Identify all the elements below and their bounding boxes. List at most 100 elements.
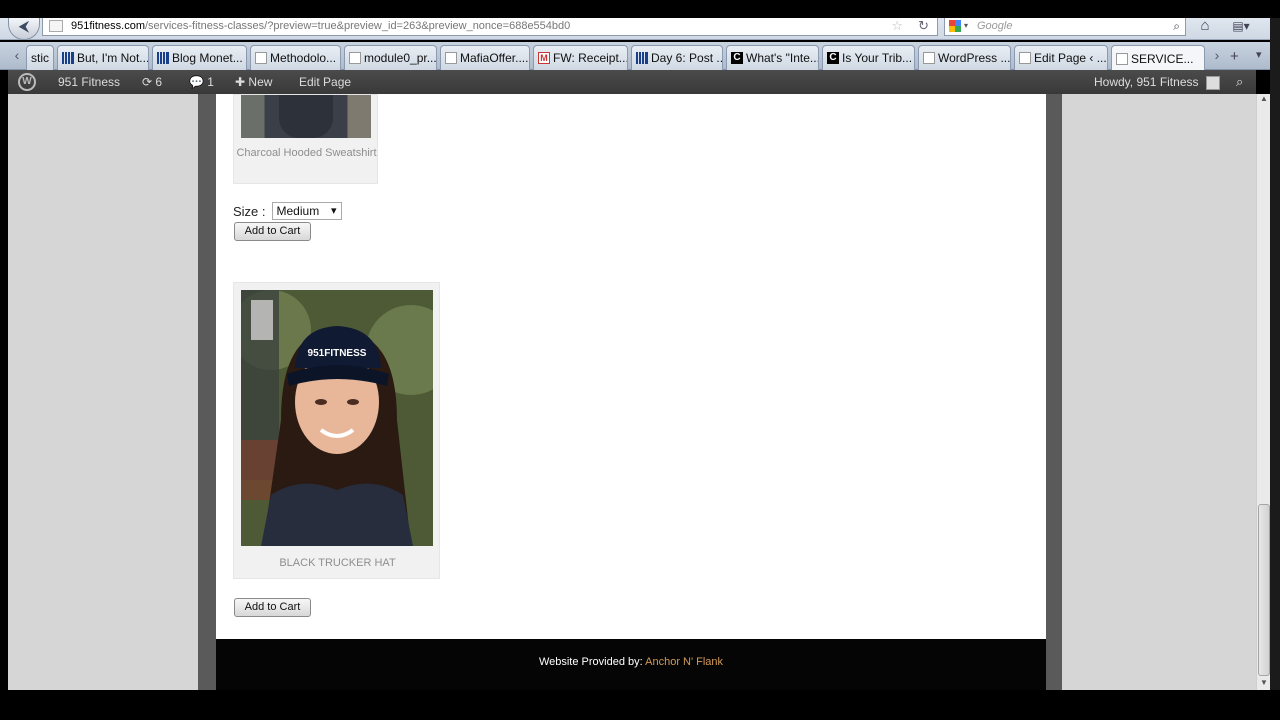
comment-bubble-icon: 💬 [189, 75, 204, 89]
bars-icon [62, 52, 74, 64]
tab-label: Is Your Trib... [842, 51, 913, 65]
site-name-link[interactable]: 951 Fitness [58, 70, 120, 94]
new-tab-icon[interactable]: + [1230, 48, 1239, 65]
footer-credit-link[interactable]: Anchor N' Flank [645, 656, 723, 668]
browser-tab[interactable]: Blog Monet... [152, 45, 247, 70]
screen: ⮜ 951fitness.com/services-fitness-classe… [0, 0, 1280, 720]
tab-label: stic [31, 51, 49, 65]
url-domain: 951fitness.com [71, 20, 145, 32]
blank-icon [445, 52, 457, 64]
product-card[interactable]: Charcoal Hooded Sweatshirt [233, 94, 378, 184]
add-to-cart-button[interactable]: Add to Cart [234, 222, 311, 241]
search-engine-dropdown-icon[interactable]: ▾ [964, 18, 968, 34]
reload-icon[interactable]: ↻ [918, 18, 929, 34]
browser-tab[interactable]: M FW: Receipt... [533, 45, 628, 70]
wp-admin-bar: W 951 Fitness ⟳ 6 💬 1 ✚ New Edit Page Ho… [8, 70, 1256, 94]
updates-link[interactable]: ⟳ 6 [142, 70, 162, 94]
tab-label: MafiaOffer.... [460, 51, 529, 65]
browser-tab[interactable]: SERVICE... ✕ [1111, 45, 1205, 71]
browser-tab[interactable]: C What's "Inte... [726, 45, 819, 70]
back-arrow-icon: ⮜ [18, 18, 30, 35]
avatar [1205, 75, 1220, 90]
updates-icon: ⟳ [142, 75, 153, 89]
bars-icon [157, 52, 169, 64]
plus-icon: ✚ [235, 75, 246, 89]
bookmarks-menu-icon[interactable]: ▤▾ [1226, 18, 1256, 36]
scroll-thumb[interactable] [1258, 504, 1270, 676]
browser-tab[interactable]: But, I'm Not... [57, 45, 149, 70]
tab-label: Day 6: Post ... [651, 51, 723, 65]
gmail-icon: M [538, 52, 550, 64]
my-account-menu[interactable]: Howdy, 951 Fitness [1094, 70, 1220, 94]
vertical-scrollbar[interactable]: ▲ ▼ [1256, 94, 1270, 690]
size-value: Medium [276, 204, 320, 218]
new-label: New [248, 75, 273, 89]
site-footer: Website Provided by: Anchor N' Flank [216, 639, 1046, 690]
scroll-up-arrow-icon[interactable]: ▲ [1257, 94, 1271, 106]
size-option-row: Size : Medium [233, 202, 342, 220]
footer-credit: Website Provided by: [538, 656, 646, 668]
tab-label: What's "Inte... [746, 51, 819, 65]
back-button[interactable]: ⮜ [8, 18, 40, 40]
size-select[interactable]: Medium [271, 202, 342, 220]
comments-link[interactable]: 💬 1 [189, 70, 214, 94]
search-input[interactable]: ▾ Google ⌕ [944, 18, 1186, 36]
tab-label: Blog Monet... [172, 51, 243, 65]
comments-count: 1 [207, 75, 214, 89]
wordpress-logo-icon[interactable]: W [18, 73, 36, 91]
updates-count: 6 [155, 75, 163, 89]
browser-tab[interactable]: stic [26, 45, 54, 70]
browser-tab[interactable]: MafiaOffer.... [440, 45, 530, 70]
new-content-link[interactable]: ✚ New [235, 70, 272, 94]
home-icon[interactable]: ⌂ [1194, 18, 1216, 36]
trucker-hat-photo: 951FITNESS [241, 290, 433, 546]
blank-icon [349, 52, 361, 64]
tab-label: WordPress ... [938, 51, 1011, 65]
url-bar[interactable]: 951fitness.com/services-fitness-classes/… [42, 18, 938, 36]
scroll-tabs-right-icon[interactable]: › [1210, 47, 1224, 63]
blank-icon [923, 52, 935, 64]
scroll-tabs-left-icon[interactable]: ‹ [10, 47, 24, 63]
bookmark-star-icon[interactable]: ☆ [891, 18, 903, 34]
scroll-down-arrow-icon[interactable]: ▼ [1257, 678, 1271, 690]
hat-logo-text: 951FITNESS [308, 348, 367, 359]
howdy-text: Howdy, 951 Fitness [1094, 75, 1199, 89]
admin-search-icon[interactable]: ⌕ [1236, 70, 1243, 94]
product-caption: Charcoal Hooded Sweatshirt [236, 147, 377, 159]
c-icon: C [827, 52, 839, 64]
browser-tab[interactable]: Edit Page ‹ ... [1014, 45, 1108, 70]
add-to-cart-button[interactable]: Add to Cart [234, 598, 311, 617]
tab-label: FW: Receipt... [553, 51, 628, 65]
tab-label: Methodolo... [270, 51, 337, 65]
blank-icon [255, 52, 267, 64]
product-image[interactable]: 951FITNESS [241, 290, 433, 546]
browser-tab[interactable]: Methodolo... [250, 45, 341, 70]
window-edge [1270, 18, 1280, 690]
browser-tab[interactable]: module0_pr... [344, 45, 437, 70]
url-path: /services-fitness-classes/?preview=true&… [144, 20, 571, 32]
tab-label: But, I'm Not... [77, 51, 149, 65]
search-placeholder: Google [977, 20, 1013, 32]
tab-label: SERVICE... [1131, 51, 1194, 66]
blank-icon [1019, 52, 1031, 64]
google-icon [949, 20, 961, 32]
bars-icon [636, 52, 648, 64]
tab-label: module0_pr... [364, 51, 437, 65]
product-card[interactable]: 951FITNESS BLACK TRUCKER HAT [233, 282, 440, 579]
c-icon: C [731, 52, 743, 64]
list-all-tabs-icon[interactable]: ▾ [1256, 48, 1262, 61]
tab-label: Edit Page ‹ ... [1034, 51, 1107, 65]
page-favicon-icon [49, 20, 63, 32]
product-caption: BLACK TRUCKER HAT [279, 557, 396, 569]
navigation-toolbar: ⮜ 951fitness.com/services-fitness-classe… [0, 18, 1280, 40]
browser-tab[interactable]: C Is Your Trib... [822, 45, 915, 70]
edit-page-link[interactable]: Edit Page [299, 70, 351, 94]
size-label: Size : [233, 203, 266, 219]
search-icon[interactable]: ⌕ [1173, 18, 1180, 34]
blank-icon [1116, 52, 1128, 65]
browser-tab[interactable]: Day 6: Post ... [631, 45, 723, 70]
browser-tab[interactable]: WordPress ... [918, 45, 1011, 70]
close-tab-icon[interactable]: ✕ [1202, 47, 1204, 71]
product-image[interactable] [241, 95, 371, 138]
tab-strip: ‹ stic But, I'm Not... Blog Monet... Method… [0, 42, 1280, 71]
